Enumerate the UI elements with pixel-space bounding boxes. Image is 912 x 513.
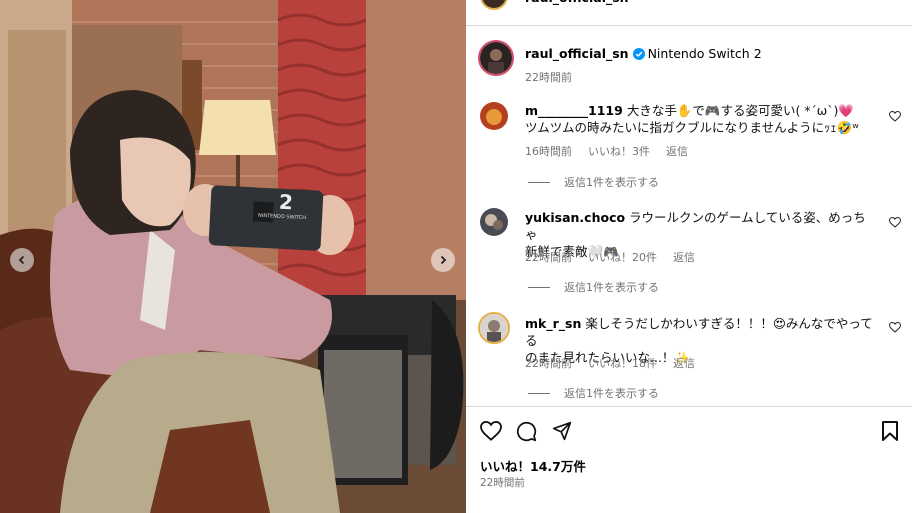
post-caption: raul_official_sn Nintendo Switch 2 <box>525 45 762 62</box>
comment-1-time: 16時間前 <box>525 145 572 158</box>
reply-line <box>528 286 550 288</box>
comment-3-reply-button[interactable]: 返信 <box>673 355 695 371</box>
comment-1-view-replies[interactable]: 返信1件を表示する <box>528 174 659 190</box>
comment-1-reply-button[interactable]: 返信 <box>666 143 688 159</box>
avatar[interactable] <box>480 0 508 10</box>
comment-3-meta: 22時間前 いいね！18件 返信 <box>525 355 695 371</box>
carousel-next-button[interactable] <box>431 248 455 272</box>
carousel-prev-button[interactable] <box>10 248 34 272</box>
comments-panel: raul_official_sn raul_official_sn Nintend… <box>466 0 912 513</box>
photo-scene <box>0 0 466 513</box>
post-avatar[interactable] <box>478 40 514 76</box>
comment-3-view-replies-label: 返信1件を表示する <box>564 387 659 400</box>
comment-1-likes[interactable]: いいね！3件 <box>588 143 650 159</box>
send-icon[interactable] <box>552 421 572 441</box>
chevron-right-icon <box>440 255 447 265</box>
chevron-left-icon <box>18 255 25 265</box>
comment-3-likes[interactable]: いいね！18件 <box>588 355 657 371</box>
comment-3-like-icon[interactable] <box>889 322 901 333</box>
comment-2-username[interactable]: yukisan.choco <box>525 210 625 225</box>
comment-2-likes[interactable]: いいね！20件 <box>588 249 657 265</box>
header-username[interactable]: raul_official_sn <box>525 0 629 5</box>
post-location[interactable]: Nintendo Switch 2 <box>648 46 762 61</box>
comment-3-view-replies[interactable]: 返信1件を表示する <box>528 385 659 401</box>
comment-2-view-replies-label: 返信1件を表示する <box>564 281 659 294</box>
comment-1-meta: 16時間前 いいね！3件 返信 <box>525 143 688 159</box>
comment-2-like-icon[interactable] <box>889 217 901 228</box>
verified-badge-icon <box>632 48 645 60</box>
comment-1-like-icon[interactable] <box>889 111 901 122</box>
likes-count[interactable]: いいね！14.7万件 <box>480 456 586 475</box>
post-timestamp: 22時間前 <box>525 71 572 84</box>
post-date: 22時間前 <box>480 477 525 489</box>
reply-line <box>528 181 550 183</box>
comment-2-view-replies[interactable]: 返信1件を表示する <box>528 279 659 295</box>
comment-2-reply-button[interactable]: 返信 <box>673 249 695 265</box>
comment-1-view-replies-label: 返信1件を表示する <box>564 176 659 189</box>
comment-1-text-line2: ツムツムの時みたいに指ガクブルになりませんようにｯｪ🤣ʷ <box>525 120 859 135</box>
post-time: 22時間前 <box>525 69 572 85</box>
post-photo: 2 NINTENDO SWITCH <box>0 0 466 513</box>
header-divider <box>466 25 912 26</box>
comment-2-meta: 22時間前 いいね！20件 返信 <box>525 249 695 265</box>
bookmark-icon[interactable] <box>882 421 898 441</box>
comment-2-time: 22時間前 <box>525 251 572 264</box>
comment-avatar-1[interactable] <box>480 102 508 130</box>
heart-icon[interactable] <box>480 421 502 441</box>
comment-1-username[interactable]: m________1119 <box>525 103 623 118</box>
comment-1-text-line1: 大きな手✋で🎮する姿可愛い( *ˊωˋ)💗 <box>626 103 854 118</box>
comment-avatar-3[interactable] <box>478 312 510 344</box>
comment-1: m________1119 大きな手✋で🎮する姿可愛い( *ˊωˋ)💗 ツムツム… <box>525 102 875 136</box>
comment-3-username[interactable]: mk_r_sn <box>525 316 581 331</box>
comment-avatar-2[interactable] <box>480 208 508 236</box>
post-username[interactable]: raul_official_sn <box>525 46 629 61</box>
reply-line <box>528 392 550 394</box>
console-logo: 2 <box>278 189 294 215</box>
comment-3-time: 22時間前 <box>525 357 572 370</box>
actions-divider <box>466 406 912 407</box>
comment-icon[interactable] <box>516 421 537 442</box>
top-header-partial: raul_official_sn <box>466 0 912 10</box>
